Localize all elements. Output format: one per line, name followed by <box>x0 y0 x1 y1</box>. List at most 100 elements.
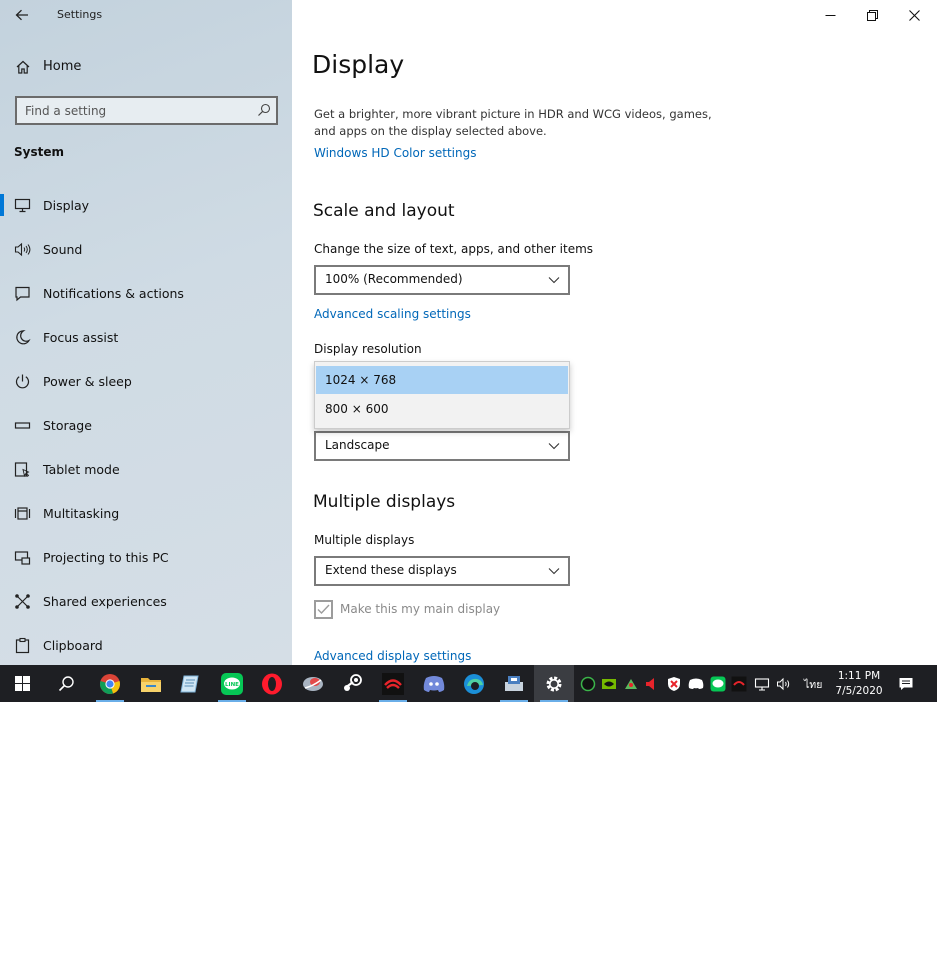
taskbar-search-button[interactable] <box>46 665 86 702</box>
clock-time: 1:11 PM <box>837 670 881 682</box>
clock[interactable]: 1:11 PM 7/5/2020 <box>826 669 892 699</box>
taskbar-app[interactable] <box>293 665 333 702</box>
shared-icon <box>15 594 30 609</box>
security-icon[interactable] <box>666 676 682 692</box>
search-input[interactable] <box>17 98 253 123</box>
main-display-checkbox[interactable] <box>314 600 333 619</box>
clock-date: 7/5/2020 <box>835 685 883 697</box>
scale-dropdown[interactable]: 100% (Recommended) <box>314 265 570 295</box>
app-title: Settings <box>57 8 103 21</box>
multiple-displays-value: Extend these displays <box>325 563 457 577</box>
sidebar-item-label: Tablet mode <box>43 462 120 477</box>
monitor-icon <box>14 198 31 213</box>
opera-app[interactable] <box>252 665 292 702</box>
sidebar-item-sound[interactable]: Sound <box>0 228 292 272</box>
back-button[interactable] <box>9 3 35 27</box>
home-label: Home <box>43 59 82 74</box>
discord-icon <box>423 675 445 692</box>
advanced-scaling-link[interactable]: Advanced scaling settings <box>314 307 471 321</box>
home-icon <box>16 60 30 74</box>
chevron-down-icon <box>548 568 560 575</box>
multiple-displays-label: Multiple displays <box>314 533 415 547</box>
taskbar-app[interactable] <box>494 665 534 702</box>
sidebar-item-label: Multitasking <box>43 506 120 521</box>
sidebar-nav: Display Sound Notifications & actions Fo… <box>0 184 292 665</box>
close-icon <box>908 9 920 21</box>
sidebar-item-label: Notifications & actions <box>43 286 184 301</box>
sidebar-item-label: Power & sleep <box>43 374 132 389</box>
chrome-app[interactable] <box>90 665 130 702</box>
settings-app[interactable] <box>534 665 574 702</box>
discord-app[interactable] <box>414 665 454 702</box>
orientation-dropdown[interactable]: Landscape <box>314 431 570 461</box>
volume-icon[interactable] <box>776 676 792 692</box>
back-arrow-icon <box>15 9 28 21</box>
chevron-down-icon <box>548 443 560 450</box>
scale-label: Change the size of text, apps, and other… <box>314 242 594 256</box>
sidebar-item-display[interactable]: Display <box>0 184 292 228</box>
garena-app[interactable] <box>373 665 413 702</box>
garena-tray-icon[interactable] <box>731 676 747 692</box>
sidebar-home[interactable]: Home <box>0 52 292 82</box>
steam-app[interactable] <box>333 665 373 702</box>
moon-icon <box>16 330 31 345</box>
close-button[interactable] <box>892 0 936 30</box>
notepad-icon <box>180 675 199 692</box>
taskbar: LINE ไทย 1:11 PM 7/5/2020 <box>0 665 937 702</box>
sidebar-item-label: Clipboard <box>43 638 103 653</box>
tray-app-icon[interactable] <box>580 676 596 692</box>
resolution-option[interactable]: 1024 × 768 <box>316 366 568 394</box>
settings-window: Settings Home System Display <box>0 0 937 665</box>
checkmark-icon <box>317 604 330 615</box>
restore-button[interactable] <box>850 0 894 30</box>
action-center-icon[interactable] <box>898 676 914 692</box>
line-tray-icon[interactable] <box>710 676 726 692</box>
language-indicator[interactable]: ไทย <box>804 676 822 693</box>
windows-hd-color-link[interactable]: Windows HD Color settings <box>314 146 476 160</box>
sidebar-item-clipboard[interactable]: Clipboard <box>0 624 292 665</box>
search-icon[interactable] <box>257 103 271 117</box>
line-app[interactable]: LINE <box>212 665 252 702</box>
sidebar-item-label: Storage <box>43 418 92 433</box>
clipboard-icon <box>15 637 30 654</box>
sidebar-item-storage[interactable]: Storage <box>0 404 292 448</box>
minimize-button[interactable] <box>808 0 852 30</box>
chevron-down-icon <box>548 277 560 284</box>
main-content: Display Get a brighter, more vibrant pic… <box>292 0 937 665</box>
advanced-display-link[interactable]: Advanced display settings <box>314 649 471 663</box>
opera-icon <box>262 673 282 694</box>
network-icon[interactable] <box>754 676 770 692</box>
sidebar-item-multitasking[interactable]: Multitasking <box>0 492 292 536</box>
tray-app-icon[interactable] <box>623 676 639 692</box>
multiple-displays-dropdown[interactable]: Extend these displays <box>314 556 570 586</box>
notification-icon <box>15 286 30 302</box>
multiple-displays-heading: Multiple displays <box>313 492 456 512</box>
resolution-dropdown-list: 1024 × 768 800 × 600 <box>314 361 570 429</box>
title-bar: Settings <box>0 0 292 30</box>
sidebar-item-notifications[interactable]: Notifications & actions <box>0 272 292 316</box>
edge-app[interactable] <box>454 665 494 702</box>
tray-speaker-app-icon[interactable] <box>644 676 660 692</box>
search-icon <box>58 676 74 692</box>
sidebar: Settings Home System Display <box>0 0 292 665</box>
sidebar-item-tablet-mode[interactable]: Tablet mode <box>0 448 292 492</box>
sidebar-item-shared-experiences[interactable]: Shared experiences <box>0 580 292 624</box>
sidebar-item-focus-assist[interactable]: Focus assist <box>0 316 292 360</box>
resolution-option-label: 1024 × 768 <box>325 373 397 387</box>
resolution-option[interactable]: 800 × 600 <box>316 395 568 423</box>
file-explorer-app[interactable] <box>131 665 171 702</box>
start-button[interactable] <box>2 665 42 702</box>
sidebar-item-projecting[interactable]: Projecting to this PC <box>0 536 292 580</box>
sidebar-item-label: Projecting to this PC <box>43 550 169 565</box>
sidebar-item-label: Sound <box>43 242 83 257</box>
scale-layout-heading: Scale and layout <box>313 201 455 221</box>
svg-text:LINE: LINE <box>225 682 239 688</box>
restore-icon <box>866 9 878 21</box>
nvidia-icon[interactable] <box>601 676 617 692</box>
notepad-app[interactable] <box>171 665 211 702</box>
settings-icon <box>546 676 562 691</box>
sidebar-item-power-sleep[interactable]: Power & sleep <box>0 360 292 404</box>
resolution-label: Display resolution <box>314 342 422 356</box>
discord-tray-icon[interactable] <box>688 676 704 692</box>
app-icon <box>303 676 323 691</box>
